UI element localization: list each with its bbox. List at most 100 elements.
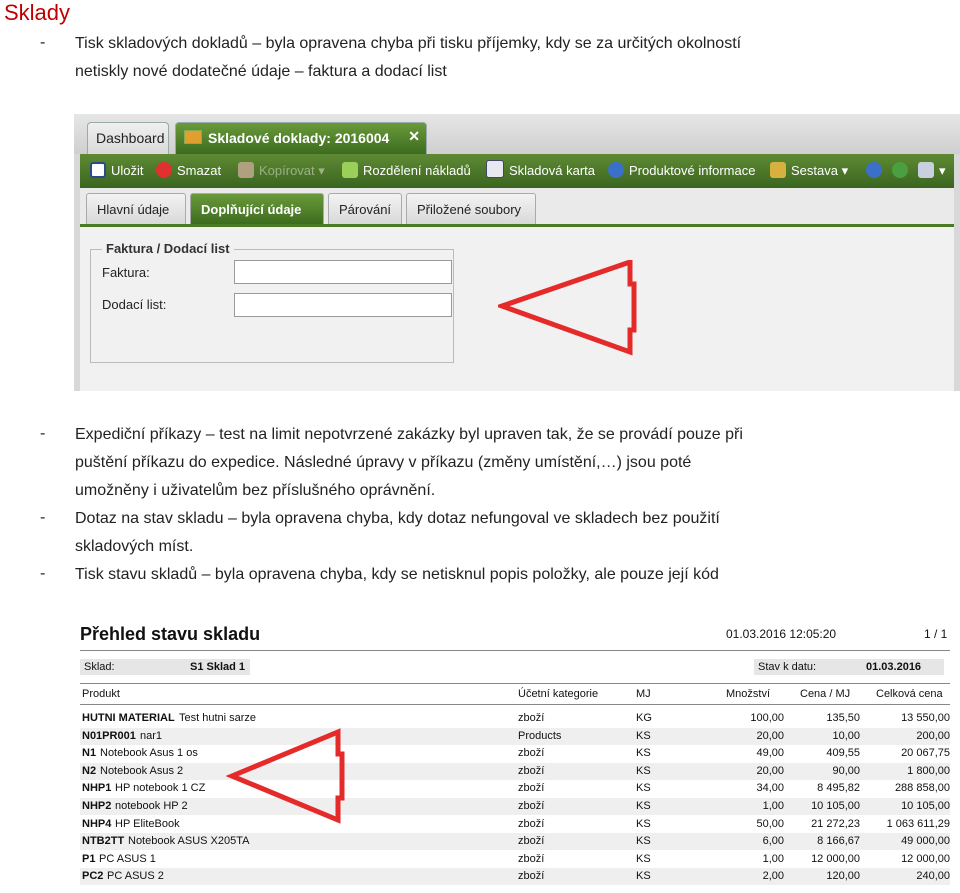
save-button[interactable]: Uložit xyxy=(90,154,144,188)
delete-button-label: Smazat xyxy=(177,163,222,178)
total-cell: 10 105,00 xyxy=(901,800,950,812)
unit-price-cell: 12 000,00 xyxy=(811,852,860,865)
cost-split-button[interactable]: Rozdělení nákladů xyxy=(342,154,471,188)
stock-card-button[interactable]: Skladová karta xyxy=(486,154,595,188)
unit-price-cell: 8 495,82 xyxy=(817,782,860,795)
paragraph-1-line-2: netiskly nové dodatečné údaje – faktura … xyxy=(75,63,447,80)
category-cell: zboží xyxy=(518,800,545,812)
unit-cell: KS xyxy=(636,835,651,848)
total-cell: 49 000,00 xyxy=(901,835,950,848)
total-cell: 1 063 611,29 xyxy=(886,817,950,830)
quantity-cell: 34,00 xyxy=(756,782,784,795)
report-button-label: Sestava xyxy=(791,163,838,178)
table-row: HUTNI MATERIAL Test hutni sarze zboží KG 100… xyxy=(80,710,950,727)
total-cell: 240,00 xyxy=(916,870,950,883)
tab-pairing[interactable]: Párování xyxy=(328,193,402,224)
table-row: N1 Notebook Asus 1 os zboží KS 49,00 409,55 20… xyxy=(80,745,950,762)
help-button[interactable] xyxy=(866,154,887,188)
column-header-quantity: Množství xyxy=(726,688,771,700)
total-cell: 13 550,00 xyxy=(901,712,950,724)
card-icon xyxy=(486,160,504,178)
table-row: NHP2 notebook HP 2 zboží KS 1,00 10 105,00 10 … xyxy=(80,798,950,815)
globe-icon xyxy=(892,162,908,178)
product-code: NTB2TT xyxy=(82,835,125,848)
tab-dashboard[interactable]: Dashboard xyxy=(87,122,169,154)
table-row: NHP1 HP notebook 1 CZ zboží KS 34,00 8 495,82… xyxy=(80,780,950,797)
grid-icon xyxy=(918,162,934,178)
category-cell: zboží xyxy=(518,782,545,795)
product-name: HP notebook 1 CZ xyxy=(115,782,206,795)
category-cell: zboží xyxy=(518,817,545,830)
report-page-number: 1 / 1 xyxy=(924,627,948,641)
quantity-cell: 50,00 xyxy=(756,817,784,830)
red-arrow-2 xyxy=(226,728,345,824)
paragraph-2-line-1: Expediční příkazy – test na limit nepotv… xyxy=(75,426,743,443)
column-header-unit-price: Cena / MJ xyxy=(800,688,851,700)
tab-warehouse-documents-label: Skladové doklady: 2016004 xyxy=(208,130,390,146)
paragraph-2-line-2: puštění příkazu do expedice. Následné úp… xyxy=(75,454,692,471)
product-info-button-label: Produktové informace xyxy=(629,163,756,178)
quantity-cell: 20,00 xyxy=(756,764,784,777)
delete-button[interactable]: Smazat xyxy=(156,154,221,188)
paragraph-2: Expediční příkazy – test na limit nepotv… xyxy=(75,421,955,505)
info-icon xyxy=(866,162,882,178)
paragraph-3-line-2: skladových míst. xyxy=(75,538,194,555)
copy-button[interactable]: Kopírovat ▾ xyxy=(238,154,325,188)
table-row: N01PR001 nar1 Products KS 20,00 10,00 200,00 xyxy=(80,727,950,745)
save-button-label: Uložit xyxy=(111,163,144,178)
paragraph-4-line-1: Tisk stavu skladů – byla opravena chyba,… xyxy=(75,566,719,583)
bullet-dash: - xyxy=(40,425,46,442)
divider xyxy=(80,704,950,705)
unit-price-cell: 135,50 xyxy=(826,712,860,724)
product-code: HUTNI MATERIAL xyxy=(82,712,175,724)
tab-additional-data[interactable]: Doplňující údaje xyxy=(190,193,324,224)
cost-split-button-label: Rozdělení nákladů xyxy=(363,163,471,178)
close-icon[interactable]: ✕ xyxy=(408,121,420,151)
report-datetime: 01.03.2016 12:05:20 xyxy=(726,627,837,641)
table-row: PC2 PC ASUS 2 zboží KS 2,00 120,00 240,00 xyxy=(80,868,950,886)
table-row: P1 PC ASUS 1 zboží KS 1,00 12 000,00 12 000,00 xyxy=(80,851,950,868)
web-button[interactable] xyxy=(892,154,913,188)
unit-price-cell: 120,00 xyxy=(826,870,860,883)
quantity-cell: 1,00 xyxy=(762,800,784,812)
paragraph-4: Tisk stavu skladů – byla opravena chyba,… xyxy=(75,561,955,589)
info-icon xyxy=(608,162,624,178)
tab-attached-files[interactable]: Přiložené soubory xyxy=(406,193,536,224)
product-code: N1 xyxy=(82,747,97,760)
report-screenshot: Přehled stavu skladu 01.03.2016 12:05:20… xyxy=(74,618,960,893)
bullet-dash: - xyxy=(40,565,46,582)
category-cell: zboží xyxy=(518,870,545,883)
product-code: NHP2 xyxy=(82,800,112,812)
table-row: N2 Notebook Asus 2 zboží KS 20,00 90,00 1 800,… xyxy=(80,762,950,780)
tab-main-data[interactable]: Hlavní údaje xyxy=(86,193,186,224)
stock-date-label: Stav k datu: xyxy=(758,661,817,673)
report-title: Přehled stavu skladu xyxy=(80,624,261,644)
unit-cell: KS xyxy=(636,817,651,830)
delivery-note-field[interactable] xyxy=(234,293,452,317)
invoice-field[interactable] xyxy=(234,260,452,284)
column-header-category: Účetní kategorie xyxy=(518,688,599,700)
quantity-cell: 20,00 xyxy=(756,729,784,742)
tab-warehouse-documents[interactable]: Skladové doklady: 2016004 ✕ xyxy=(175,122,427,154)
paragraph-1-line-1: Tisk skladových dokladů – byla opravena … xyxy=(75,35,742,52)
divider xyxy=(80,650,950,651)
product-code: NHP1 xyxy=(82,782,112,795)
column-header-unit: MJ xyxy=(636,688,651,700)
paragraph-3: Dotaz na stav skladu – byla opravena chy… xyxy=(75,505,955,561)
category-cell: zboží xyxy=(518,747,545,760)
unit-price-cell: 8 166,67 xyxy=(817,835,860,848)
product-name: PC ASUS 1 xyxy=(99,852,156,865)
quantity-cell: 49,00 xyxy=(756,747,784,760)
column-header-product: Produkt xyxy=(82,688,120,700)
unit-cell: KS xyxy=(636,870,651,883)
unit-cell: KG xyxy=(636,712,652,724)
product-info-button[interactable]: Produktové informace xyxy=(608,154,755,188)
more-button[interactable]: ▾ xyxy=(918,154,946,188)
unit-cell: KS xyxy=(636,729,651,742)
product-code: NHP4 xyxy=(82,817,112,830)
save-icon xyxy=(90,162,106,178)
table-row: NTB2TT Notebook ASUS X205TA zboží KS 6,00 8 1… xyxy=(80,833,950,851)
warehouse-label: Sklad: xyxy=(84,661,115,673)
total-cell: 1 800,00 xyxy=(907,764,950,777)
report-button[interactable]: Sestava ▾ xyxy=(770,154,848,188)
